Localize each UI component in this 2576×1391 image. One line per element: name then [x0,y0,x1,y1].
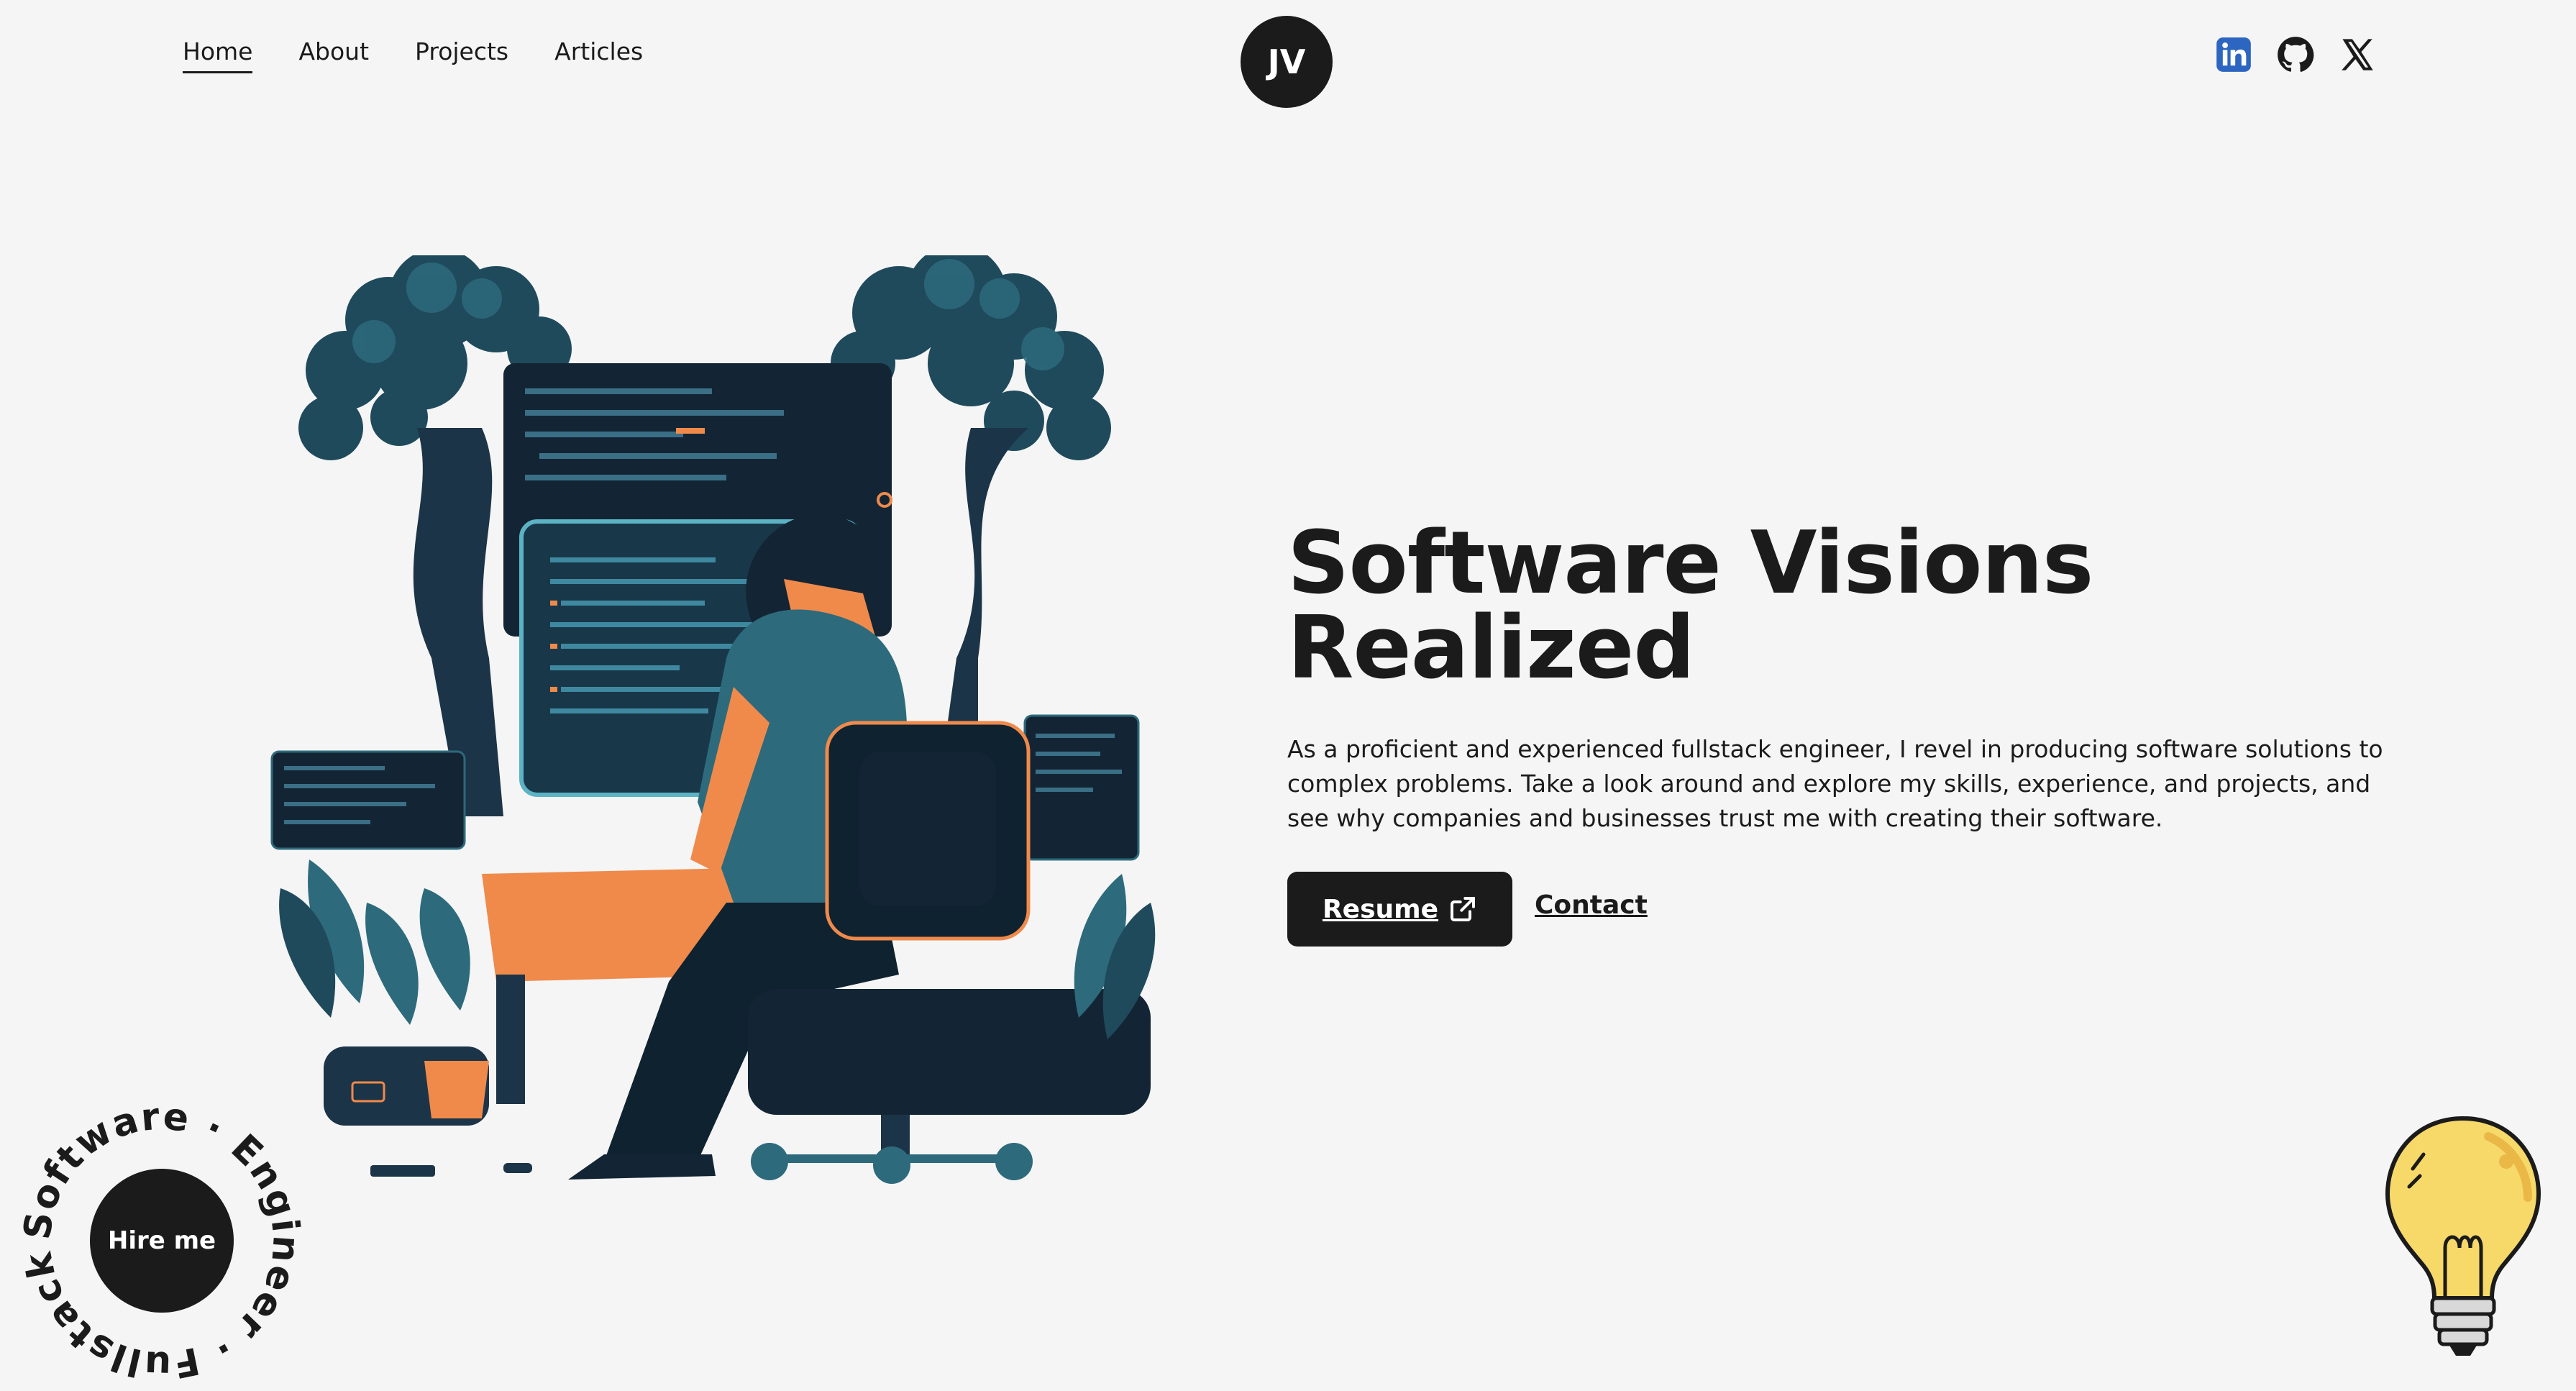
main-nav: Home About Projects Articles [183,37,643,73]
github-link[interactable] [2277,36,2314,73]
linkedin-link[interactable] [2215,36,2252,73]
external-link-icon [1451,897,1476,921]
nav-home[interactable]: Home [183,37,253,73]
logo[interactable]: JV [1241,16,1333,108]
resume-label: Resume [1322,894,1439,924]
x-icon [2342,39,2373,70]
developer-at-desk-illustration [270,245,1156,1184]
hire-me-badge: Software · Engineer · Fullstack · Hire m… [22,1100,302,1381]
nav-projects[interactable]: Projects [415,37,508,73]
linkedin-icon [2216,37,2251,72]
nav-about[interactable]: About [298,37,369,73]
contact-link[interactable]: Contact [1535,890,1648,920]
resume-button[interactable]: Resume [1287,872,1512,947]
lightbulb-icon [2380,1111,2546,1363]
social-links [2215,36,2376,73]
hire-me-button[interactable]: Hire me [90,1169,234,1313]
github-icon [2278,37,2314,72]
hero-headline: Software Visions Realized [1287,514,2093,698]
hero-illustration [266,245,1179,1190]
x-link[interactable] [2339,36,2376,73]
hero-description: As a proficient and experienced fullstac… [1287,735,2383,832]
nav-articles[interactable]: Articles [554,37,643,73]
